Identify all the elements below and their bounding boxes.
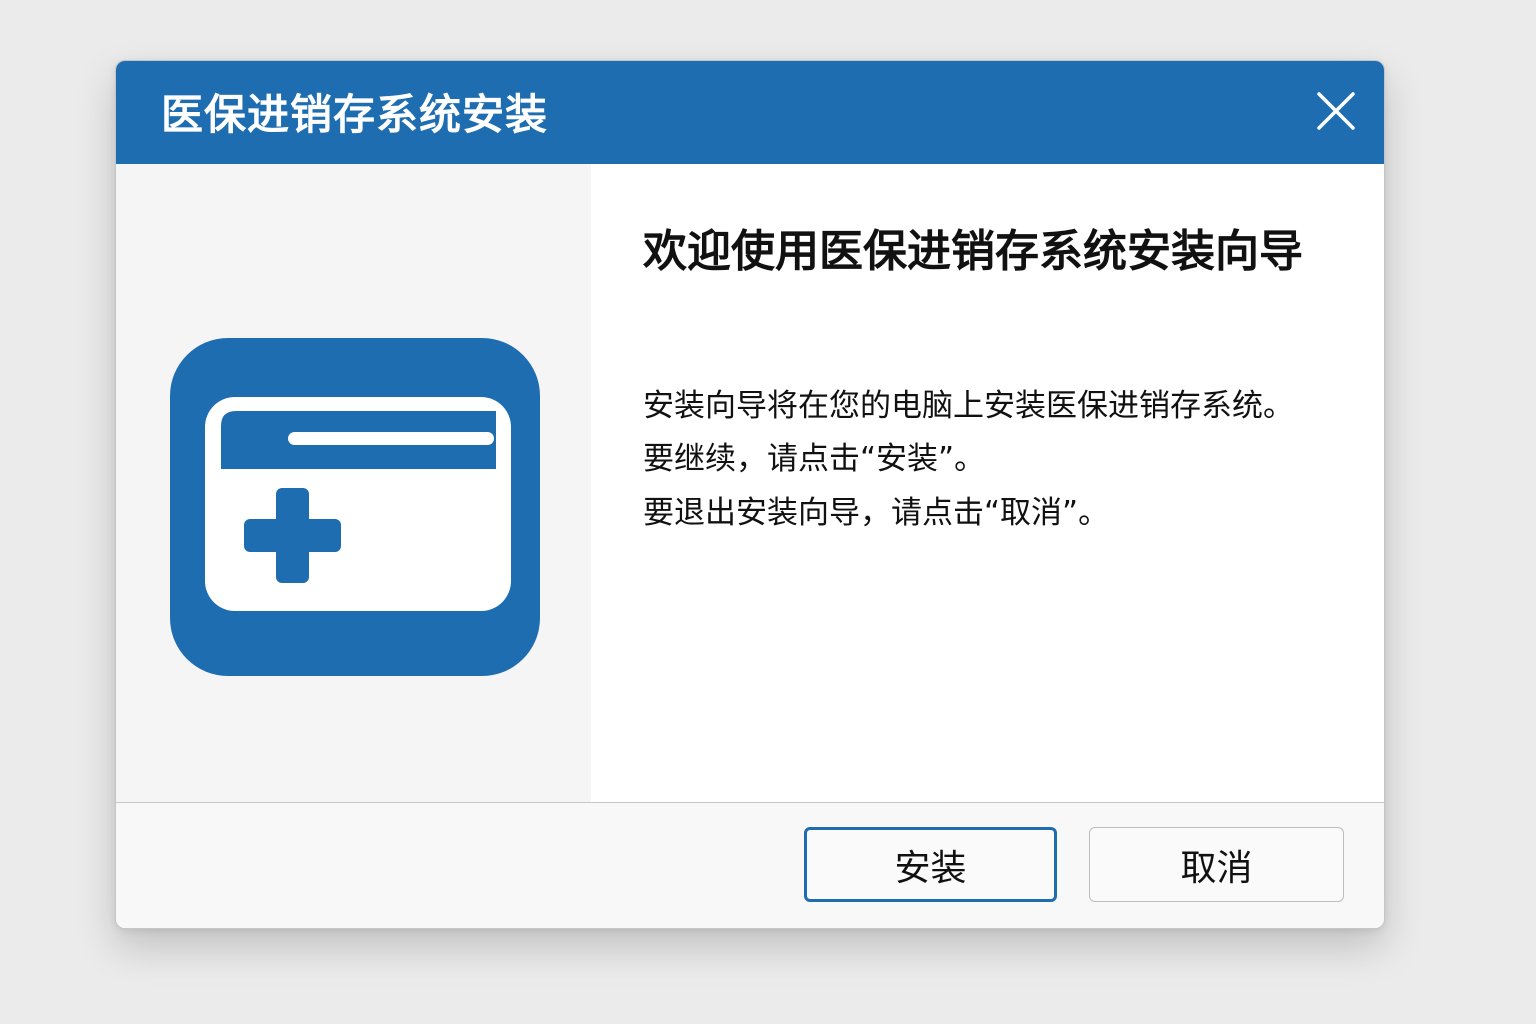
title-bar: 医保进销存系统安装 — [116, 61, 1384, 164]
welcome-heading: 欢迎使用医保进销存系统安装向导 — [643, 226, 1303, 277]
continue-instruction: 要继续，请点击“安装”。 — [643, 441, 986, 477]
button-bar: 安装 取消 — [116, 802, 1384, 928]
window-title: 医保进销存系统安装 — [161, 90, 549, 139]
medical-card-icon — [170, 338, 540, 676]
description-line: 安装向导将在您的电脑上安装医保进销存系统。 — [643, 388, 1294, 424]
sidebar-panel — [116, 164, 591, 802]
close-button[interactable] — [1310, 85, 1362, 137]
install-button[interactable]: 安装 — [804, 827, 1057, 902]
cancel-button[interactable]: 取消 — [1089, 827, 1344, 902]
installer-dialog: 医保进销存系统安装 欢迎使用医保进销存系统安装向导 安装向导将在您的电脑上安装医… — [115, 60, 1385, 929]
close-icon — [1317, 92, 1355, 130]
exit-instruction: 要退出安装向导，请点击“取消”。 — [643, 495, 1110, 531]
welcome-content: 欢迎使用医保进销存系统安装向导 安装向导将在您的电脑上安装医保进销存系统。 要继… — [591, 164, 1384, 802]
